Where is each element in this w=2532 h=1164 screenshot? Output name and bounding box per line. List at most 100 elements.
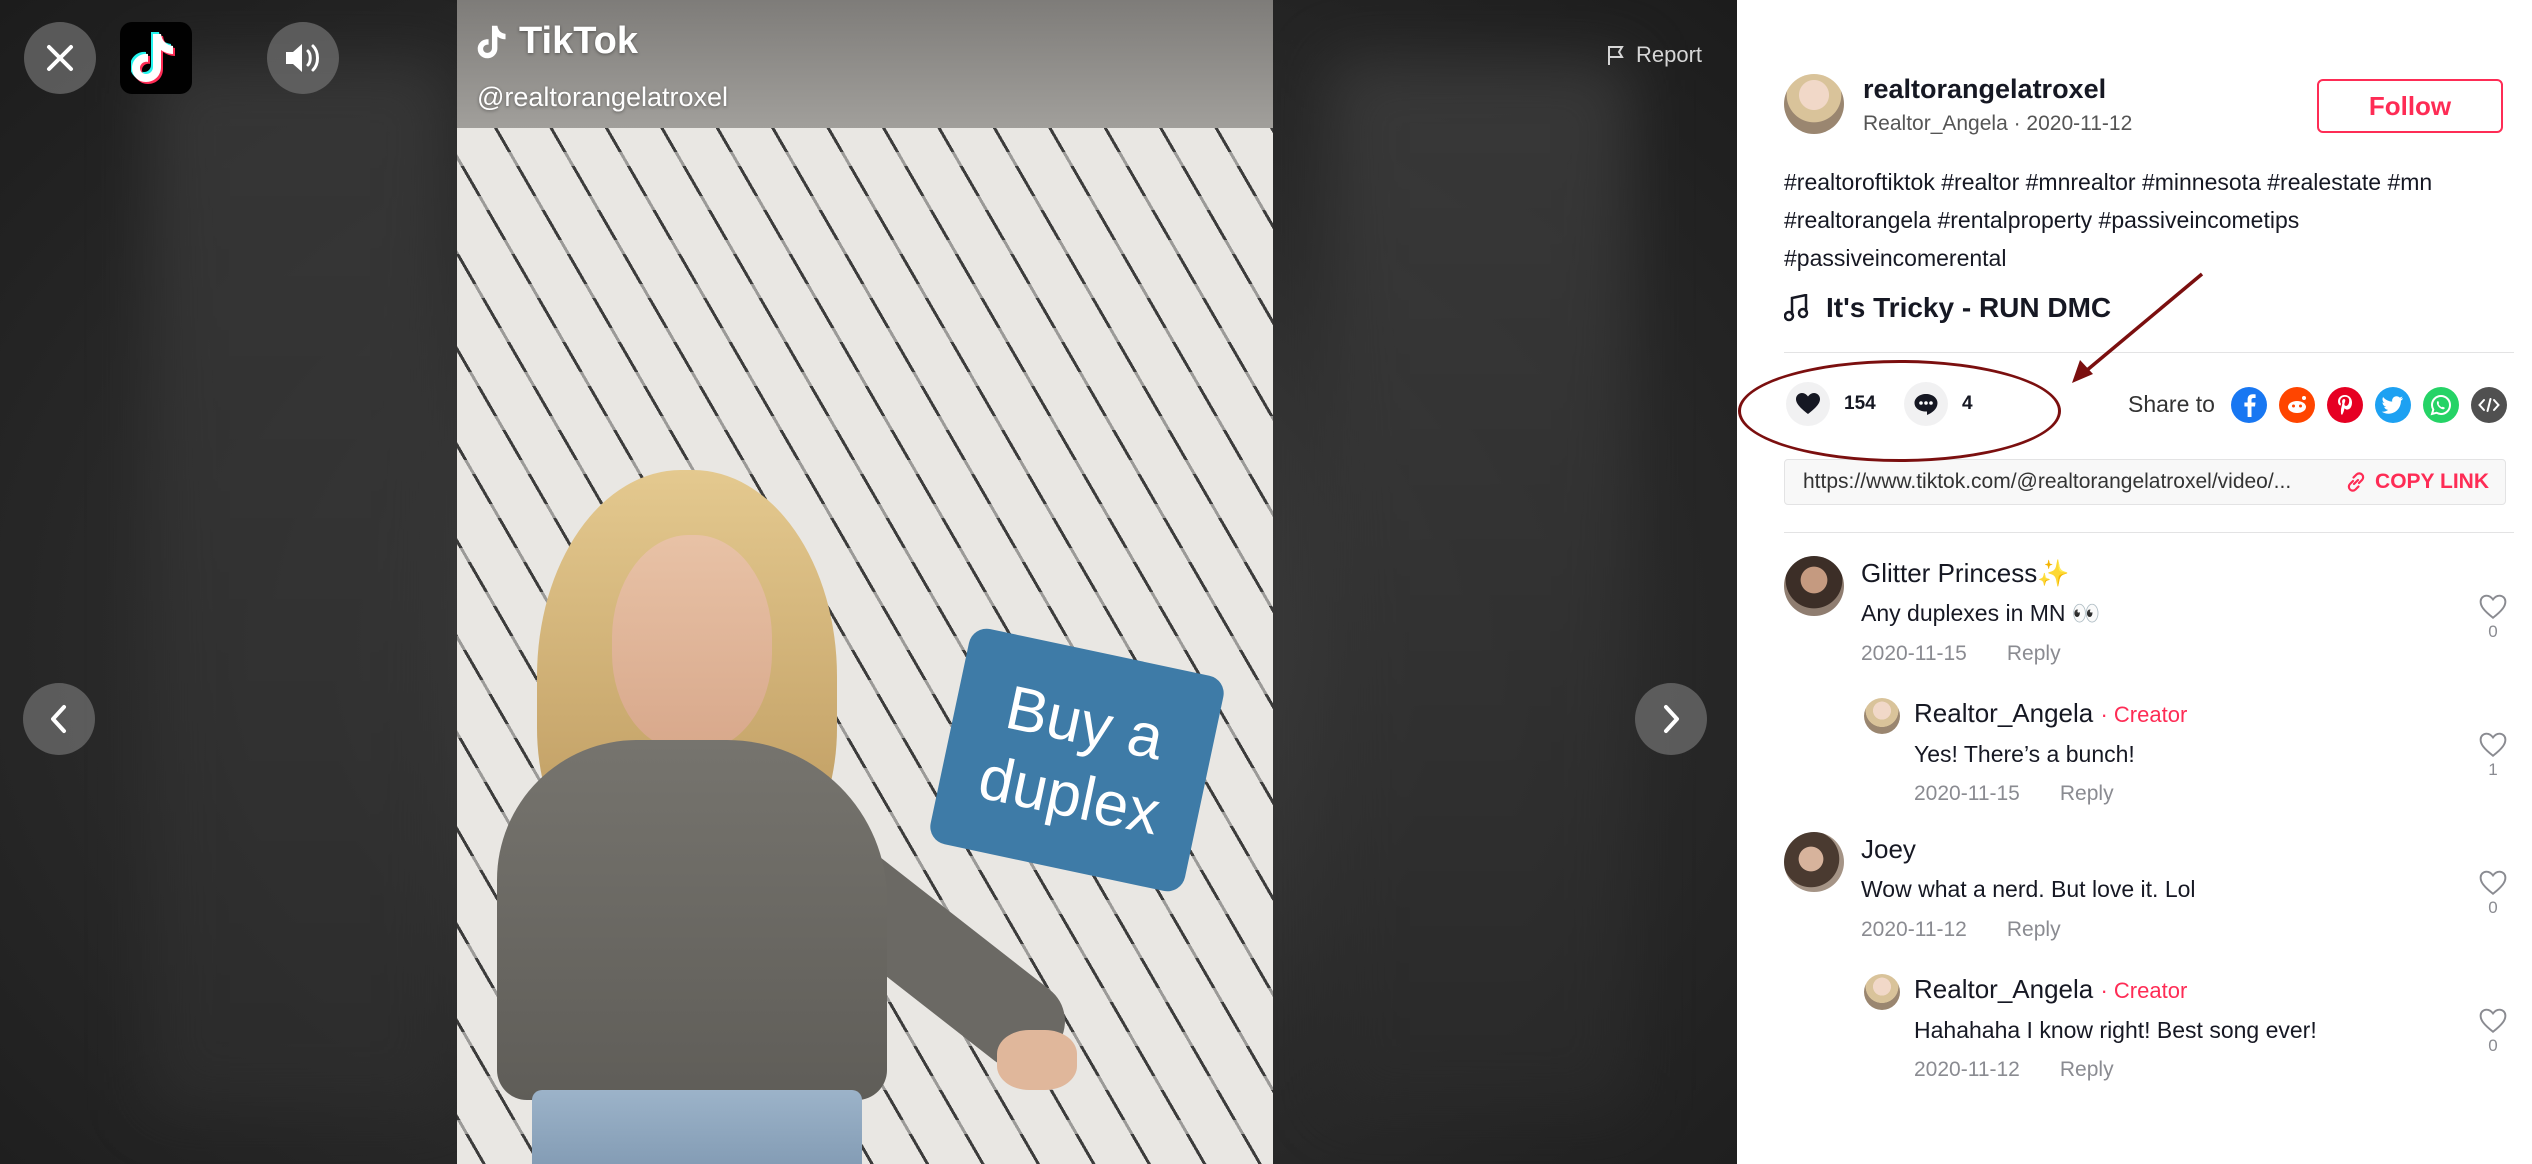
reply-button[interactable]: Reply [2007, 642, 2061, 666]
comment-like-count: 0 [2488, 898, 2498, 917]
comment-like-count: 0 [2488, 622, 2498, 641]
reply-button[interactable]: Reply [2060, 1058, 2114, 1082]
person-sweater [497, 740, 887, 1100]
pinterest-icon[interactable] [2327, 387, 2363, 423]
link-icon [2347, 472, 2365, 492]
comment-text: Any duplexes in MN 👀 [1861, 600, 2101, 626]
hashtag[interactable]: #mn [2387, 169, 2432, 195]
reddit-icon[interactable] [2279, 387, 2315, 423]
comment-like-button[interactable]: 0 [2473, 870, 2513, 918]
background-blur-right [1330, 60, 1630, 1110]
sound-button[interactable] [267, 22, 339, 94]
previous-video-button[interactable] [23, 683, 95, 755]
commenter-name-row: Realtor_Angela · Creator [1914, 974, 2187, 1005]
creator-badge: · Creator [2100, 978, 2188, 1003]
comment-count: 4 [1962, 393, 1973, 414]
follow-button[interactable]: Follow [2317, 79, 2503, 133]
commenter-name-row: Realtor_Angela · Creator [1914, 698, 2187, 729]
heart-outline-icon [2479, 594, 2507, 619]
comment-date: 2020-11-12 [1914, 1058, 2020, 1081]
commenter-avatar[interactable] [1784, 832, 1844, 892]
video-link-box: https://www.tiktok.com/@realtorangelatro… [1784, 459, 2506, 505]
hashtag[interactable]: #rentalproperty [1937, 207, 2092, 233]
reply-button[interactable]: Reply [2060, 782, 2114, 806]
close-button[interactable] [24, 22, 96, 94]
commenter-avatar[interactable] [1784, 556, 1844, 616]
hashtag[interactable]: #passiveincomerental [1784, 245, 2006, 271]
person-hand [997, 1030, 1077, 1090]
volume-icon [286, 44, 319, 72]
hashtag[interactable]: #realestate [2267, 169, 2381, 195]
commenter-name[interactable]: Realtor_Angela [1914, 698, 2093, 728]
tiktok-watermark: TikTok [477, 20, 638, 63]
person-jeans [532, 1090, 862, 1164]
tiktok-note-icon [477, 25, 506, 58]
comment-text: Yes! There’s a bunch! [1914, 741, 2135, 767]
share-label: Share to [2128, 391, 2215, 417]
background-blur-left [150, 60, 450, 1110]
embed-icon[interactable] [2471, 387, 2507, 423]
commenter-name[interactable]: Joey [1861, 834, 1916, 865]
heart-icon [1796, 393, 1820, 414]
author-subline: Realtor_Angela · 2020-11-12 [1863, 112, 2133, 135]
like-button[interactable] [1786, 382, 1830, 426]
report-label: Report [1636, 42, 1703, 67]
hashtag[interactable]: #realtoroftiktok [1784, 169, 1935, 195]
tiktok-logo-icon [131, 32, 175, 84]
video-description: #realtoroftiktok #realtor #mnrealtor #mi… [1784, 163, 2514, 277]
comment-meta: 2020-11-12 Reply [1861, 918, 2061, 942]
commenter-name[interactable]: Realtor_Angela [1914, 974, 2093, 1004]
author-avatar[interactable] [1784, 74, 1844, 134]
copy-link-label: COPY LINK [2375, 470, 2489, 493]
comment-text: Wow what a nerd. But love it. Lol [1861, 876, 2196, 902]
close-icon [47, 45, 73, 71]
comment-date: 2020-11-15 [1914, 782, 2020, 805]
video-link-url[interactable]: https://www.tiktok.com/@realtorangelatro… [1785, 470, 2329, 494]
heart-outline-icon [2479, 870, 2507, 895]
comment-like-button[interactable]: 0 [2473, 594, 2513, 642]
annotation-arrow [2072, 272, 2204, 383]
comment-like-count: 0 [2488, 1036, 2498, 1055]
hashtag[interactable]: #mnrealtor [2026, 169, 2136, 195]
next-video-button[interactable] [1635, 683, 1707, 755]
chevron-right-icon [1664, 705, 1679, 733]
video-stage: Report Buy a duplex TikTok @realtorangel… [0, 0, 1737, 1164]
facebook-icon[interactable] [2231, 387, 2267, 423]
comment-bubble-icon [1914, 394, 1938, 415]
commenter-name[interactable]: Glitter Princess✨ [1861, 558, 2070, 589]
report-button[interactable]: Report [1606, 42, 1702, 68]
hashtag[interactable]: #realtor [1941, 169, 2019, 195]
author-username[interactable]: realtorangelatroxel [1863, 74, 2106, 105]
commenter-avatar[interactable] [1864, 698, 1900, 734]
commenter-avatar[interactable] [1864, 974, 1900, 1010]
comment-meta: 2020-11-12 Reply [1914, 1058, 2114, 1082]
hashtag[interactable]: #minnesota [2142, 169, 2261, 195]
twitter-icon[interactable] [2375, 387, 2411, 423]
comment-stat: 4 [1904, 382, 1973, 426]
reply-button[interactable]: Reply [2007, 918, 2061, 942]
like-stat: 154 [1786, 382, 1876, 426]
comment-like-count: 1 [2488, 760, 2498, 779]
copy-link-button[interactable]: COPY LINK [2329, 470, 2505, 494]
divider [1784, 532, 2514, 533]
heart-outline-icon [2479, 1008, 2507, 1033]
comment-like-button[interactable]: 0 [2473, 1008, 2513, 1056]
music-note-icon [1784, 294, 1809, 322]
comment-like-button[interactable]: 1 [2473, 732, 2513, 780]
tiktok-logo[interactable] [120, 22, 192, 94]
comment-text: Hahahaha I know right! Best song ever! [1914, 1017, 2317, 1043]
chevron-left-icon [51, 705, 66, 733]
comment-date: 2020-11-12 [1861, 918, 1967, 941]
flag-icon [1608, 46, 1624, 65]
hashtag[interactable]: #realtorangela [1784, 207, 1931, 233]
comment-button[interactable] [1904, 382, 1948, 426]
watermark-handle: @realtorangelatroxel [477, 82, 729, 112]
hashtag[interactable]: #passiveincometips [2099, 207, 2300, 233]
creator-badge: · Creator [2100, 702, 2188, 727]
video-player[interactable]: Buy a duplex TikTok @realtorangelatroxel [457, 0, 1273, 1164]
comment-date: 2020-11-15 [1861, 642, 1967, 665]
video-info-panel: realtorangelatroxel Realtor_Angela · 202… [1737, 0, 2532, 1164]
comment-meta: 2020-11-15 Reply [1861, 642, 2061, 666]
whatsapp-icon[interactable] [2423, 387, 2459, 423]
like-count: 154 [1844, 393, 1876, 414]
